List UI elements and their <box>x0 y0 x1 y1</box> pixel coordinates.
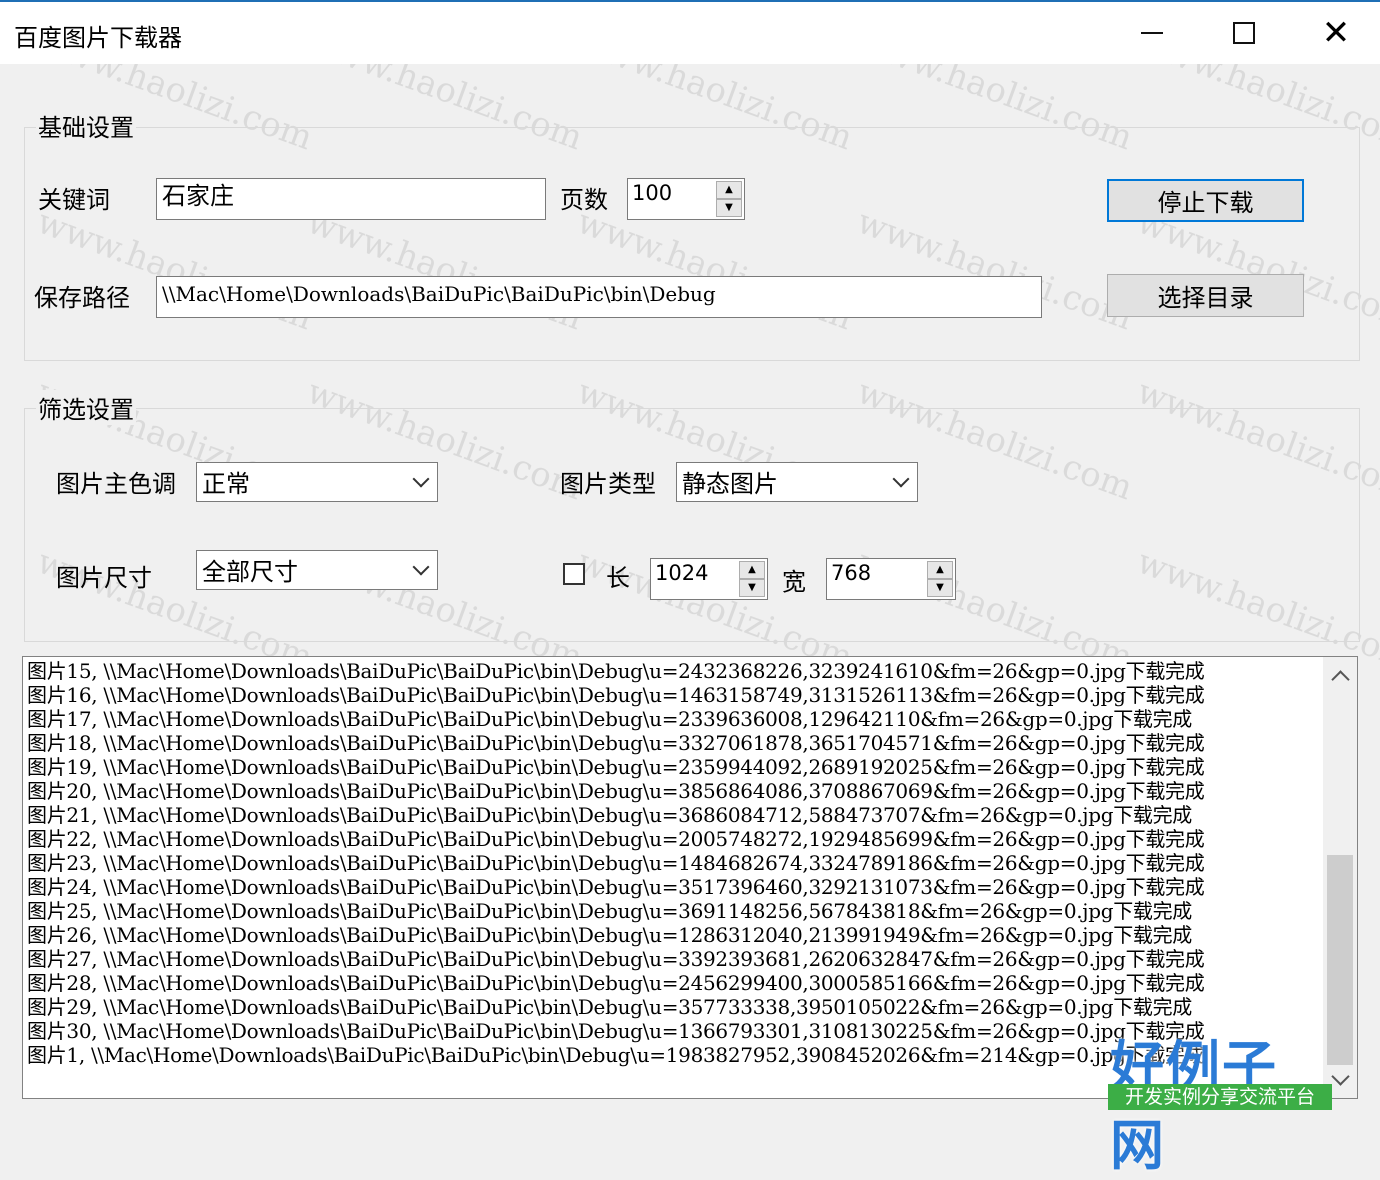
image-type-label: 图片类型 <box>560 470 656 498</box>
triangle-up-icon: ▲ <box>725 184 733 195</box>
chevron-down-icon <box>892 470 910 488</box>
spin-up-button[interactable]: ▲ <box>716 181 742 199</box>
log-line: 图片23, \\Mac\Home\Downloads\BaiDuPic\BaiD… <box>27 851 1205 875</box>
log-line: 图片17, \\Mac\Home\Downloads\BaiDuPic\BaiD… <box>27 707 1193 731</box>
log-line: 图片18, \\Mac\Home\Downloads\BaiDuPic\BaiD… <box>27 731 1205 755</box>
chevron-down-icon <box>1330 1066 1350 1086</box>
length-value: 1024 <box>655 561 709 585</box>
close-button[interactable]: ✕ <box>1290 2 1380 64</box>
log-line: 图片26, \\Mac\Home\Downloads\BaiDuPic\BaiD… <box>27 923 1193 947</box>
log-line: 图片15, \\Mac\Home\Downloads\BaiDuPic\BaiD… <box>27 659 1205 683</box>
choose-directory-button[interactable]: 选择目录 <box>1107 274 1304 317</box>
log-lines: 图片15, \\Mac\Home\Downloads\BaiDuPic\BaiD… <box>27 659 1317 1067</box>
main-color-select[interactable]: 正常 <box>196 462 438 502</box>
triangle-down-icon: ▼ <box>936 582 944 593</box>
length-stepper[interactable]: 1024 ▲ ▼ <box>650 558 768 600</box>
pages-label: 页数 <box>560 186 608 214</box>
log-line: 图片27, \\Mac\Home\Downloads\BaiDuPic\BaiD… <box>27 947 1205 971</box>
length-label: 长 <box>606 564 630 592</box>
minimize-icon <box>1141 32 1163 34</box>
basic-settings-group <box>24 127 1360 361</box>
pages-value: 100 <box>632 181 673 205</box>
log-line: 图片25, \\Mac\Home\Downloads\BaiDuPic\BaiD… <box>27 899 1193 923</box>
save-path-label: 保存路径 <box>34 284 130 312</box>
filter-settings-group <box>24 408 1360 642</box>
log-line: 图片19, \\Mac\Home\Downloads\BaiDuPic\BaiD… <box>27 755 1205 779</box>
spin-down-button[interactable]: ▼ <box>739 579 765 597</box>
image-size-value: 全部尺寸 <box>202 558 298 586</box>
width-label: 宽 <box>782 568 806 596</box>
image-size-select[interactable]: 全部尺寸 <box>196 550 438 590</box>
maximize-button[interactable] <box>1198 2 1290 64</box>
triangle-down-icon: ▼ <box>725 202 733 213</box>
filter-settings-label: 筛选设置 <box>36 390 136 425</box>
keyword-label: 关键词 <box>38 186 110 214</box>
log-line: 图片24, \\Mac\Home\Downloads\BaiDuPic\BaiD… <box>27 875 1205 899</box>
log-line: 图片20, \\Mac\Home\Downloads\BaiDuPic\BaiD… <box>27 779 1205 803</box>
chevron-up-icon <box>1330 669 1350 689</box>
triangle-down-icon: ▼ <box>748 582 756 593</box>
triangle-up-icon: ▲ <box>748 564 756 575</box>
chevron-down-icon <box>412 558 430 576</box>
save-path-input[interactable]: \\Mac\Home\Downloads\BaiDuPic\BaiDuPic\b… <box>156 276 1042 318</box>
spin-up-button[interactable]: ▲ <box>927 561 953 579</box>
window-title: 百度图片下载器 <box>14 24 182 52</box>
minimize-button[interactable] <box>1106 2 1198 64</box>
triangle-up-icon: ▲ <box>936 564 944 575</box>
main-color-label: 图片主色调 <box>56 470 176 498</box>
spin-down-button[interactable]: ▼ <box>927 579 953 597</box>
main-color-value: 正常 <box>202 470 250 498</box>
log-line: 图片16, \\Mac\Home\Downloads\BaiDuPic\BaiD… <box>27 683 1205 707</box>
haolizi-logo: 好例子网 开发实例分享交流平台 <box>1106 1022 1332 1177</box>
keyword-input[interactable]: 石家庄 <box>156 178 546 220</box>
log-line: 图片22, \\Mac\Home\Downloads\BaiDuPic\BaiD… <box>27 827 1205 851</box>
log-line: 图片29, \\Mac\Home\Downloads\BaiDuPic\BaiD… <box>27 995 1193 1019</box>
spin-up-button[interactable]: ▲ <box>739 561 765 579</box>
image-size-label: 图片尺寸 <box>56 564 152 592</box>
pages-stepper[interactable]: 100 ▲ ▼ <box>627 178 745 220</box>
image-type-value: 静态图片 <box>682 470 778 498</box>
log-line: 图片21, \\Mac\Home\Downloads\BaiDuPic\BaiD… <box>27 803 1193 827</box>
custom-size-checkbox[interactable] <box>563 563 585 585</box>
brand-slogan: 开发实例分享交流平台 <box>1108 1084 1332 1110</box>
scroll-up-button[interactable] <box>1323 659 1357 693</box>
image-type-select[interactable]: 静态图片 <box>676 462 918 502</box>
title-bar[interactable]: 百度图片下载器 ✕ <box>0 2 1380 64</box>
stop-download-button[interactable]: 停止下载 <box>1107 179 1304 222</box>
close-icon: ✕ <box>1321 13 1351 53</box>
basic-settings-label: 基础设置 <box>36 108 136 143</box>
log-line: 图片28, \\Mac\Home\Downloads\BaiDuPic\BaiD… <box>27 971 1205 995</box>
maximize-icon <box>1233 22 1255 44</box>
spin-down-button[interactable]: ▼ <box>716 199 742 217</box>
chevron-down-icon <box>412 470 430 488</box>
width-value: 768 <box>831 561 872 585</box>
width-stepper[interactable]: 768 ▲ ▼ <box>826 558 956 600</box>
